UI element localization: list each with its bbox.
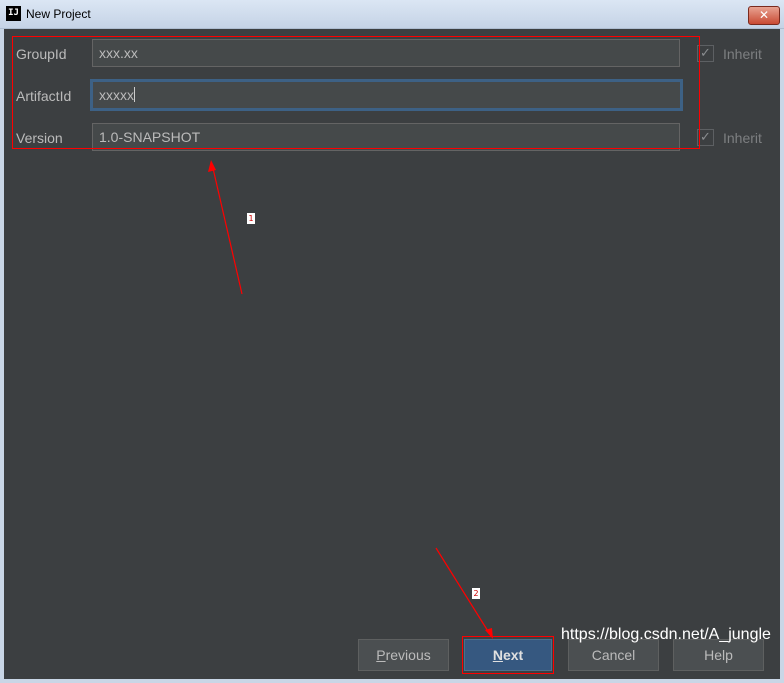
close-window-button[interactable]: ✕	[748, 6, 780, 25]
annotation-box-form-fields	[12, 36, 700, 149]
group-id-inherit-label: Inherit	[723, 46, 762, 62]
window-title: New Project	[26, 7, 91, 21]
version-inherit-label: Inherit	[723, 130, 762, 146]
previous-button[interactable]: Previous	[358, 639, 449, 671]
annotation-marker-1: 1	[247, 213, 255, 224]
previous-mnemonic: P	[376, 647, 386, 663]
checkmark-icon: ✓	[700, 130, 711, 145]
checkmark-icon: ✓	[700, 46, 711, 61]
annotation-marker-2: 2	[472, 588, 480, 599]
csdn-watermark: https://blog.csdn.net/A_jungle	[561, 626, 771, 643]
previous-label-rest: revious	[385, 647, 431, 663]
title-bar[interactable]: IJ New Project ✕	[0, 0, 784, 29]
annotation-box-next	[462, 636, 554, 674]
intellij-app-icon: IJ	[6, 6, 21, 21]
